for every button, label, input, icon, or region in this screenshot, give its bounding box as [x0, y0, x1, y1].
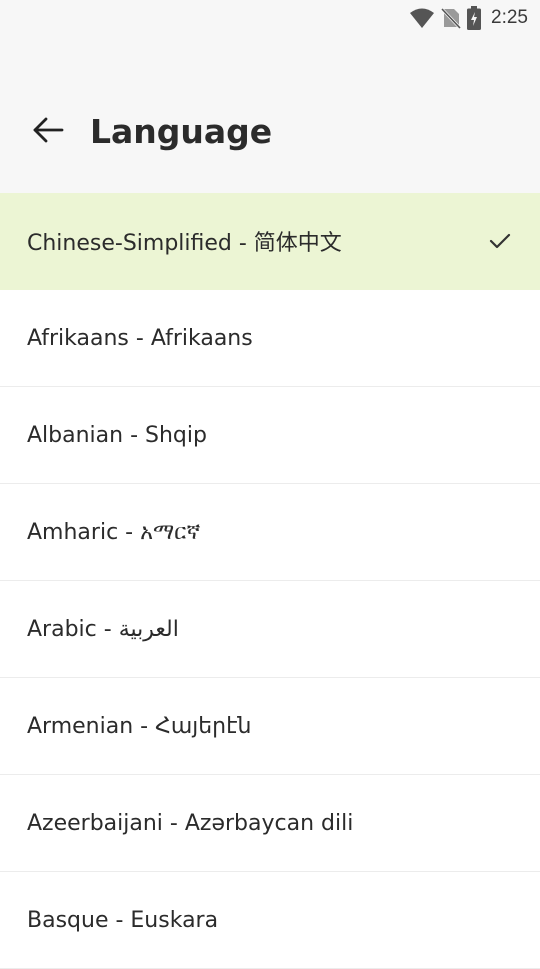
- language-label: Chinese-Simplified - 简体中文: [27, 231, 342, 256]
- status-bar: 2:25: [0, 0, 540, 36]
- language-item-albanian[interactable]: Albanian - Shqip: [0, 387, 540, 484]
- language-label: Azeerbaijani - Azərbaycan dili: [27, 810, 354, 836]
- language-label: Afrikaans - Afrikaans: [27, 325, 253, 351]
- wifi-icon: [409, 7, 435, 29]
- language-item-armenian[interactable]: Armenian - Հայերէն: [0, 678, 540, 775]
- back-button[interactable]: [22, 107, 74, 157]
- language-item-arabic[interactable]: Arabic - العربية: [0, 581, 540, 678]
- language-list: Chinese-Simplified - 简体中文 Afrikaans - Af…: [0, 193, 540, 969]
- battery-charging-icon: [467, 6, 482, 30]
- language-label: Albanian - Shqip: [27, 422, 207, 448]
- check-icon: [488, 229, 512, 253]
- language-item-afrikaans[interactable]: Afrikaans - Afrikaans: [0, 290, 540, 387]
- language-label: Arabic - العربية: [27, 616, 179, 642]
- language-item-amharic[interactable]: Amharic - አማርኛ: [0, 484, 540, 581]
- arrow-left-icon: [32, 116, 64, 148]
- no-sim-icon: [441, 7, 462, 29]
- language-label: Basque - Euskara: [27, 907, 219, 933]
- language-label: Amharic - አማርኛ: [27, 519, 201, 545]
- language-item-azerbaijani[interactable]: Azeerbaijani - Azərbaycan dili: [0, 775, 540, 872]
- language-item-basque[interactable]: Basque - Euskara: [0, 872, 540, 969]
- status-time: 2:25: [491, 7, 528, 28]
- app-bar: Language: [0, 36, 540, 193]
- page-title: Language: [90, 112, 273, 151]
- language-item-chinese-simplified[interactable]: Chinese-Simplified - 简体中文: [0, 193, 540, 290]
- language-label: Armenian - Հայերէն: [27, 713, 252, 739]
- status-icons: 2:25: [409, 5, 528, 31]
